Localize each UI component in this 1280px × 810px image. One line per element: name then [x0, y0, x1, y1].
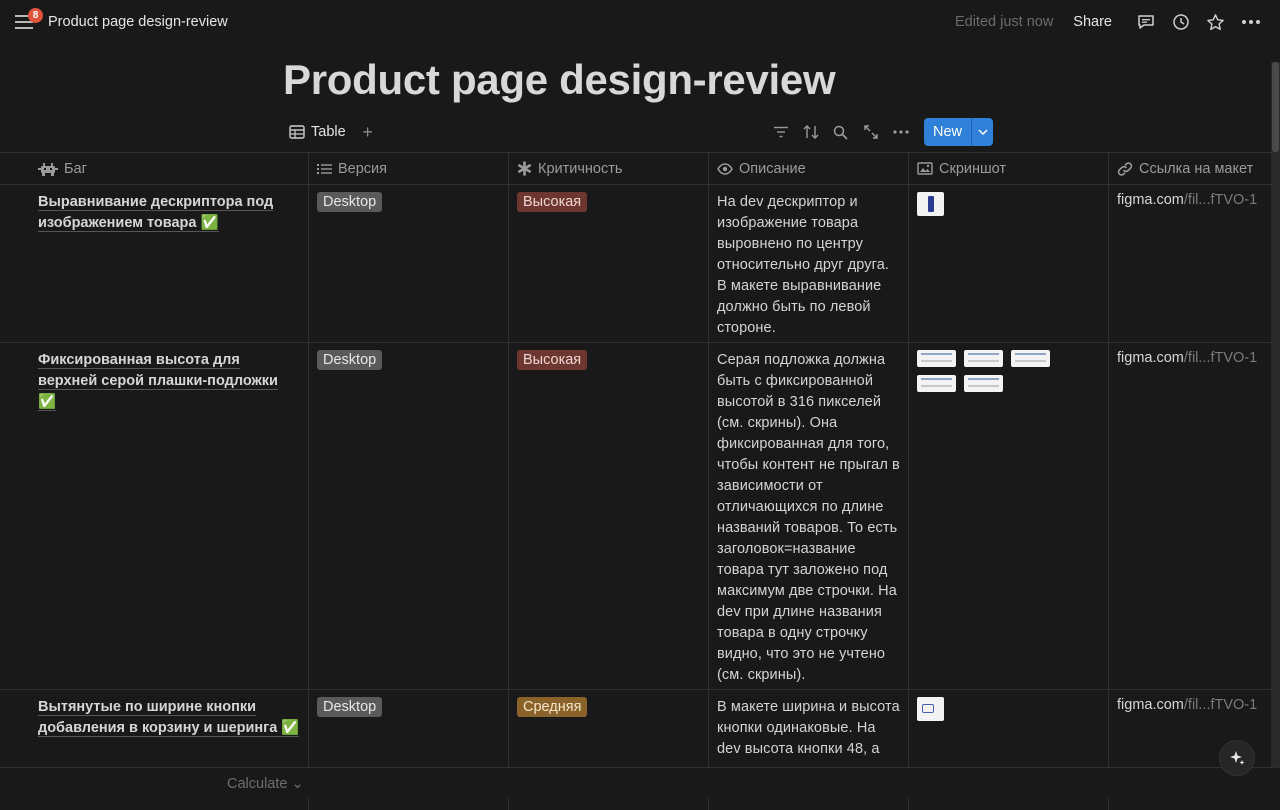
filter-icon[interactable]: [766, 118, 796, 146]
view-more-icon[interactable]: [886, 118, 916, 146]
version-cell[interactable]: Desktop: [309, 185, 509, 342]
screenshot-thumbnail[interactable]: [917, 375, 956, 392]
column-header-label: Баг: [64, 160, 87, 177]
column-header-label: Версия: [338, 160, 388, 177]
breadcrumb-page-title[interactable]: Product page design-review: [48, 14, 228, 30]
screenshot-thumbnail[interactable]: [917, 697, 944, 721]
screenshot-thumbnail[interactable]: [964, 350, 1003, 367]
figma-link-path[interactable]: /fil...fTVO-1: [1184, 192, 1257, 208]
screenshot-thumbnail[interactable]: [917, 350, 956, 367]
bug-title[interactable]: Фиксированная высота для верхней серой п…: [38, 352, 278, 411]
database-table: Баг Версия Критичность Описание Скриншот…: [0, 152, 1272, 810]
figma-link-domain[interactable]: figma.com: [1117, 350, 1184, 366]
screenshot-thumbnail[interactable]: [917, 192, 944, 216]
table-icon: [289, 125, 305, 139]
column-header-bug[interactable]: Баг: [0, 153, 309, 184]
severity-tag: Высокая: [517, 350, 588, 370]
column-header-description[interactable]: Описание: [709, 153, 909, 184]
notification-badge: 8: [28, 8, 43, 23]
table-header-row: Баг Версия Критичность Описание Скриншот…: [0, 152, 1272, 185]
severity-cell[interactable]: Высокая: [509, 343, 709, 689]
screenshot-cell[interactable]: [909, 343, 1109, 689]
version-tag: Desktop: [317, 192, 383, 212]
figma-link-domain[interactable]: figma.com: [1117, 192, 1184, 208]
sparkle-icon: [1230, 751, 1245, 765]
column-header-severity[interactable]: Критичность: [509, 153, 709, 184]
page-scrollbar-thumb[interactable]: [1272, 62, 1279, 152]
screenshot-thumbnail[interactable]: [1011, 350, 1050, 367]
more-options-icon[interactable]: [1233, 8, 1268, 36]
screenshot-cell[interactable]: [909, 185, 1109, 342]
column-header-label: Критичность: [538, 160, 623, 177]
comments-icon[interactable]: [1128, 8, 1163, 36]
figma-link-domain[interactable]: figma.com: [1117, 697, 1184, 713]
column-header-label: Ссылка на макет: [1139, 160, 1254, 177]
favorite-star-icon[interactable]: [1198, 8, 1233, 36]
tab-table-view[interactable]: Table: [283, 120, 352, 144]
version-tag: Desktop: [317, 350, 383, 370]
ai-assistant-button[interactable]: [1219, 740, 1255, 776]
chevron-down-icon[interactable]: [971, 118, 993, 146]
expand-icon[interactable]: [856, 118, 886, 146]
severity-tag: Средняя: [517, 697, 588, 717]
severity-tag: Высокая: [517, 192, 588, 212]
list-icon: [317, 163, 332, 174]
bug-icon: [38, 162, 58, 176]
description-cell[interactable]: Серая подложка должна быть с фиксированн…: [709, 343, 909, 689]
search-icon[interactable]: [826, 118, 856, 146]
page-title[interactable]: Product page design-review: [283, 56, 836, 104]
history-clock-icon[interactable]: [1163, 8, 1198, 36]
column-header-label: Описание: [739, 160, 806, 177]
column-header-version[interactable]: Версия: [309, 153, 509, 184]
eye-icon: [717, 162, 733, 175]
figma-link-cell[interactable]: figma.com/fil...fTVO-1: [1109, 185, 1272, 342]
database-view-bar: Table + New: [283, 117, 993, 147]
add-view-plus-icon[interactable]: +: [358, 122, 378, 143]
top-bar: 8 Product page design-review Edited just…: [0, 0, 1280, 44]
bug-title-cell[interactable]: Выравнивание дескриптора под изображение…: [0, 185, 309, 342]
column-header-link[interactable]: Ссылка на макет: [1109, 153, 1272, 184]
share-button[interactable]: Share: [1073, 14, 1112, 30]
table-row[interactable]: Фиксированная высота для верхней серой п…: [0, 343, 1272, 690]
link-icon: [1117, 161, 1133, 176]
severity-cell[interactable]: Высокая: [509, 185, 709, 342]
sort-icon[interactable]: [796, 118, 826, 146]
tab-table-label: Table: [311, 124, 346, 140]
figma-link-cell[interactable]: figma.com/fil...fTVO-1: [1109, 343, 1272, 689]
edited-status: Edited just now: [954, 14, 1054, 30]
version-cell[interactable]: Desktop: [309, 343, 509, 689]
column-header-label: Скриншот: [939, 160, 1007, 177]
asterisk-icon: [517, 161, 531, 176]
new-button[interactable]: New: [923, 118, 971, 146]
bug-title[interactable]: Вытянутые по ширине кнопки добавления в …: [38, 699, 300, 737]
bug-title-cell[interactable]: Фиксированная высота для верхней серой п…: [0, 343, 309, 689]
description-cell[interactable]: На dev дескриптор и изображение товара в…: [709, 185, 909, 342]
bug-title[interactable]: Выравнивание дескриптора под изображение…: [38, 194, 274, 232]
new-button-group: New: [923, 118, 993, 146]
image-icon: [917, 162, 933, 175]
screenshot-thumbnail[interactable]: [964, 375, 1003, 392]
figma-link-path[interactable]: /fil...fTVO-1: [1184, 350, 1257, 366]
figma-link-path[interactable]: /fil...fTVO-1: [1184, 697, 1257, 713]
calculate-button[interactable]: Calculate ⌄: [227, 776, 304, 792]
page-scrollbar-track[interactable]: [1271, 62, 1280, 767]
version-tag: Desktop: [317, 697, 383, 717]
column-header-screenshot[interactable]: Скриншот: [909, 153, 1109, 184]
table-footer: Calculate ⌄: [0, 767, 1280, 797]
sidebar-menu-button[interactable]: 8: [12, 8, 43, 34]
table-row[interactable]: Выравнивание дескриптора под изображение…: [0, 185, 1272, 343]
